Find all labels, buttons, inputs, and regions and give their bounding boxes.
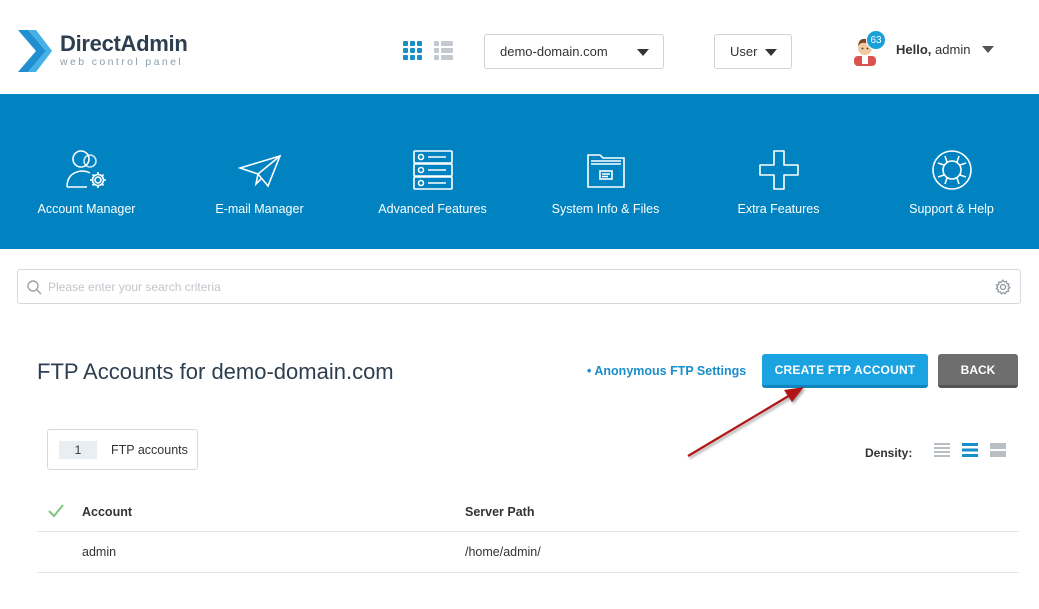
nav-email-manager[interactable]: E-mail Manager (173, 94, 346, 249)
nav-advanced-features[interactable]: Advanced Features (346, 94, 519, 249)
density-label: Density: (865, 445, 913, 460)
nav-label: Account Manager (37, 202, 136, 216)
lifebuoy-icon (931, 150, 972, 190)
main-nav: Account Manager E-mail Manager Advanced … (0, 94, 1039, 249)
nav-extra-features[interactable]: Extra Features (692, 94, 865, 249)
role-select[interactable]: User (714, 34, 792, 69)
column-header-account[interactable]: Account (82, 505, 132, 519)
chevron-down-icon (765, 49, 777, 56)
nav-label: Advanced Features (378, 202, 487, 216)
avatar: 63 (852, 30, 886, 66)
ftp-count-box: 1 FTP accounts (47, 429, 198, 470)
server-stack-icon (412, 150, 453, 190)
logo-title: DirectAdmin (60, 31, 188, 56)
list-view-icon[interactable] (434, 41, 453, 65)
paper-plane-icon (237, 154, 281, 188)
search-icon (27, 280, 42, 295)
table-header: Account Server Path (37, 494, 1019, 532)
search-input[interactable] (48, 270, 988, 303)
grid-view-icon[interactable] (403, 41, 422, 65)
nav-label: Extra Features (737, 202, 820, 216)
cell-server-path: /home/admin/ (465, 545, 541, 559)
ftp-count: 1 (59, 440, 97, 459)
cell-account: admin (82, 545, 117, 559)
greeting: Hello, admin (896, 42, 970, 57)
search-bar (17, 269, 1021, 304)
chevron-down-icon (637, 49, 649, 56)
header: DirectAdmin web control panel demo-domai… (0, 0, 1039, 94)
plus-icon (758, 150, 799, 190)
domain-select-value: demo-domain.com (500, 44, 608, 59)
density-control: Density: (865, 443, 1007, 462)
domain-select[interactable]: demo-domain.com (484, 34, 664, 69)
density-comfortable-icon[interactable] (990, 443, 1007, 462)
user-menu[interactable]: 63 Hello, admin (852, 30, 995, 66)
anonymous-ftp-settings-link[interactable]: • Anonymous FTP Settings (587, 364, 746, 378)
chevron-down-icon (982, 45, 995, 53)
nav-support-help[interactable]: Support & Help (865, 94, 1038, 249)
nav-account-manager[interactable]: Account Manager (0, 94, 173, 249)
density-medium-icon[interactable] (962, 443, 979, 462)
back-button[interactable]: BACK (938, 354, 1018, 388)
logo-chevron-icon (18, 30, 52, 72)
select-all-checkbox[interactable] (47, 503, 65, 524)
username: admin (935, 41, 971, 57)
ftp-count-label: FTP accounts (111, 442, 188, 457)
nav-label: E-mail Manager (215, 202, 304, 216)
role-select-value: User (730, 44, 758, 59)
table-row[interactable]: admin /home/admin/ (37, 532, 1019, 573)
logo[interactable]: DirectAdmin web control panel (16, 30, 188, 72)
ftp-accounts-table: Account Server Path admin /home/admin/ (37, 494, 1019, 573)
logo-subtitle: web control panel (60, 56, 184, 68)
page-title: FTP Accounts for demo-domain.com (37, 359, 394, 384)
annotation-arrow-icon (687, 387, 804, 457)
folder-icon (586, 154, 625, 188)
greeting-text: Hello, (896, 41, 932, 57)
gear-icon[interactable] (995, 279, 1011, 295)
column-header-server-path[interactable]: Server Path (465, 505, 534, 519)
density-compact-icon[interactable] (934, 443, 951, 462)
check-icon (48, 504, 64, 518)
nav-label: System Info & Files (551, 202, 660, 216)
nav-system-info-files[interactable]: System Info & Files (519, 94, 692, 249)
account-manager-icon (65, 150, 106, 188)
notification-badge[interactable]: 63 (866, 30, 886, 50)
view-toggle (403, 41, 453, 65)
nav-label: Support & Help (909, 202, 994, 216)
